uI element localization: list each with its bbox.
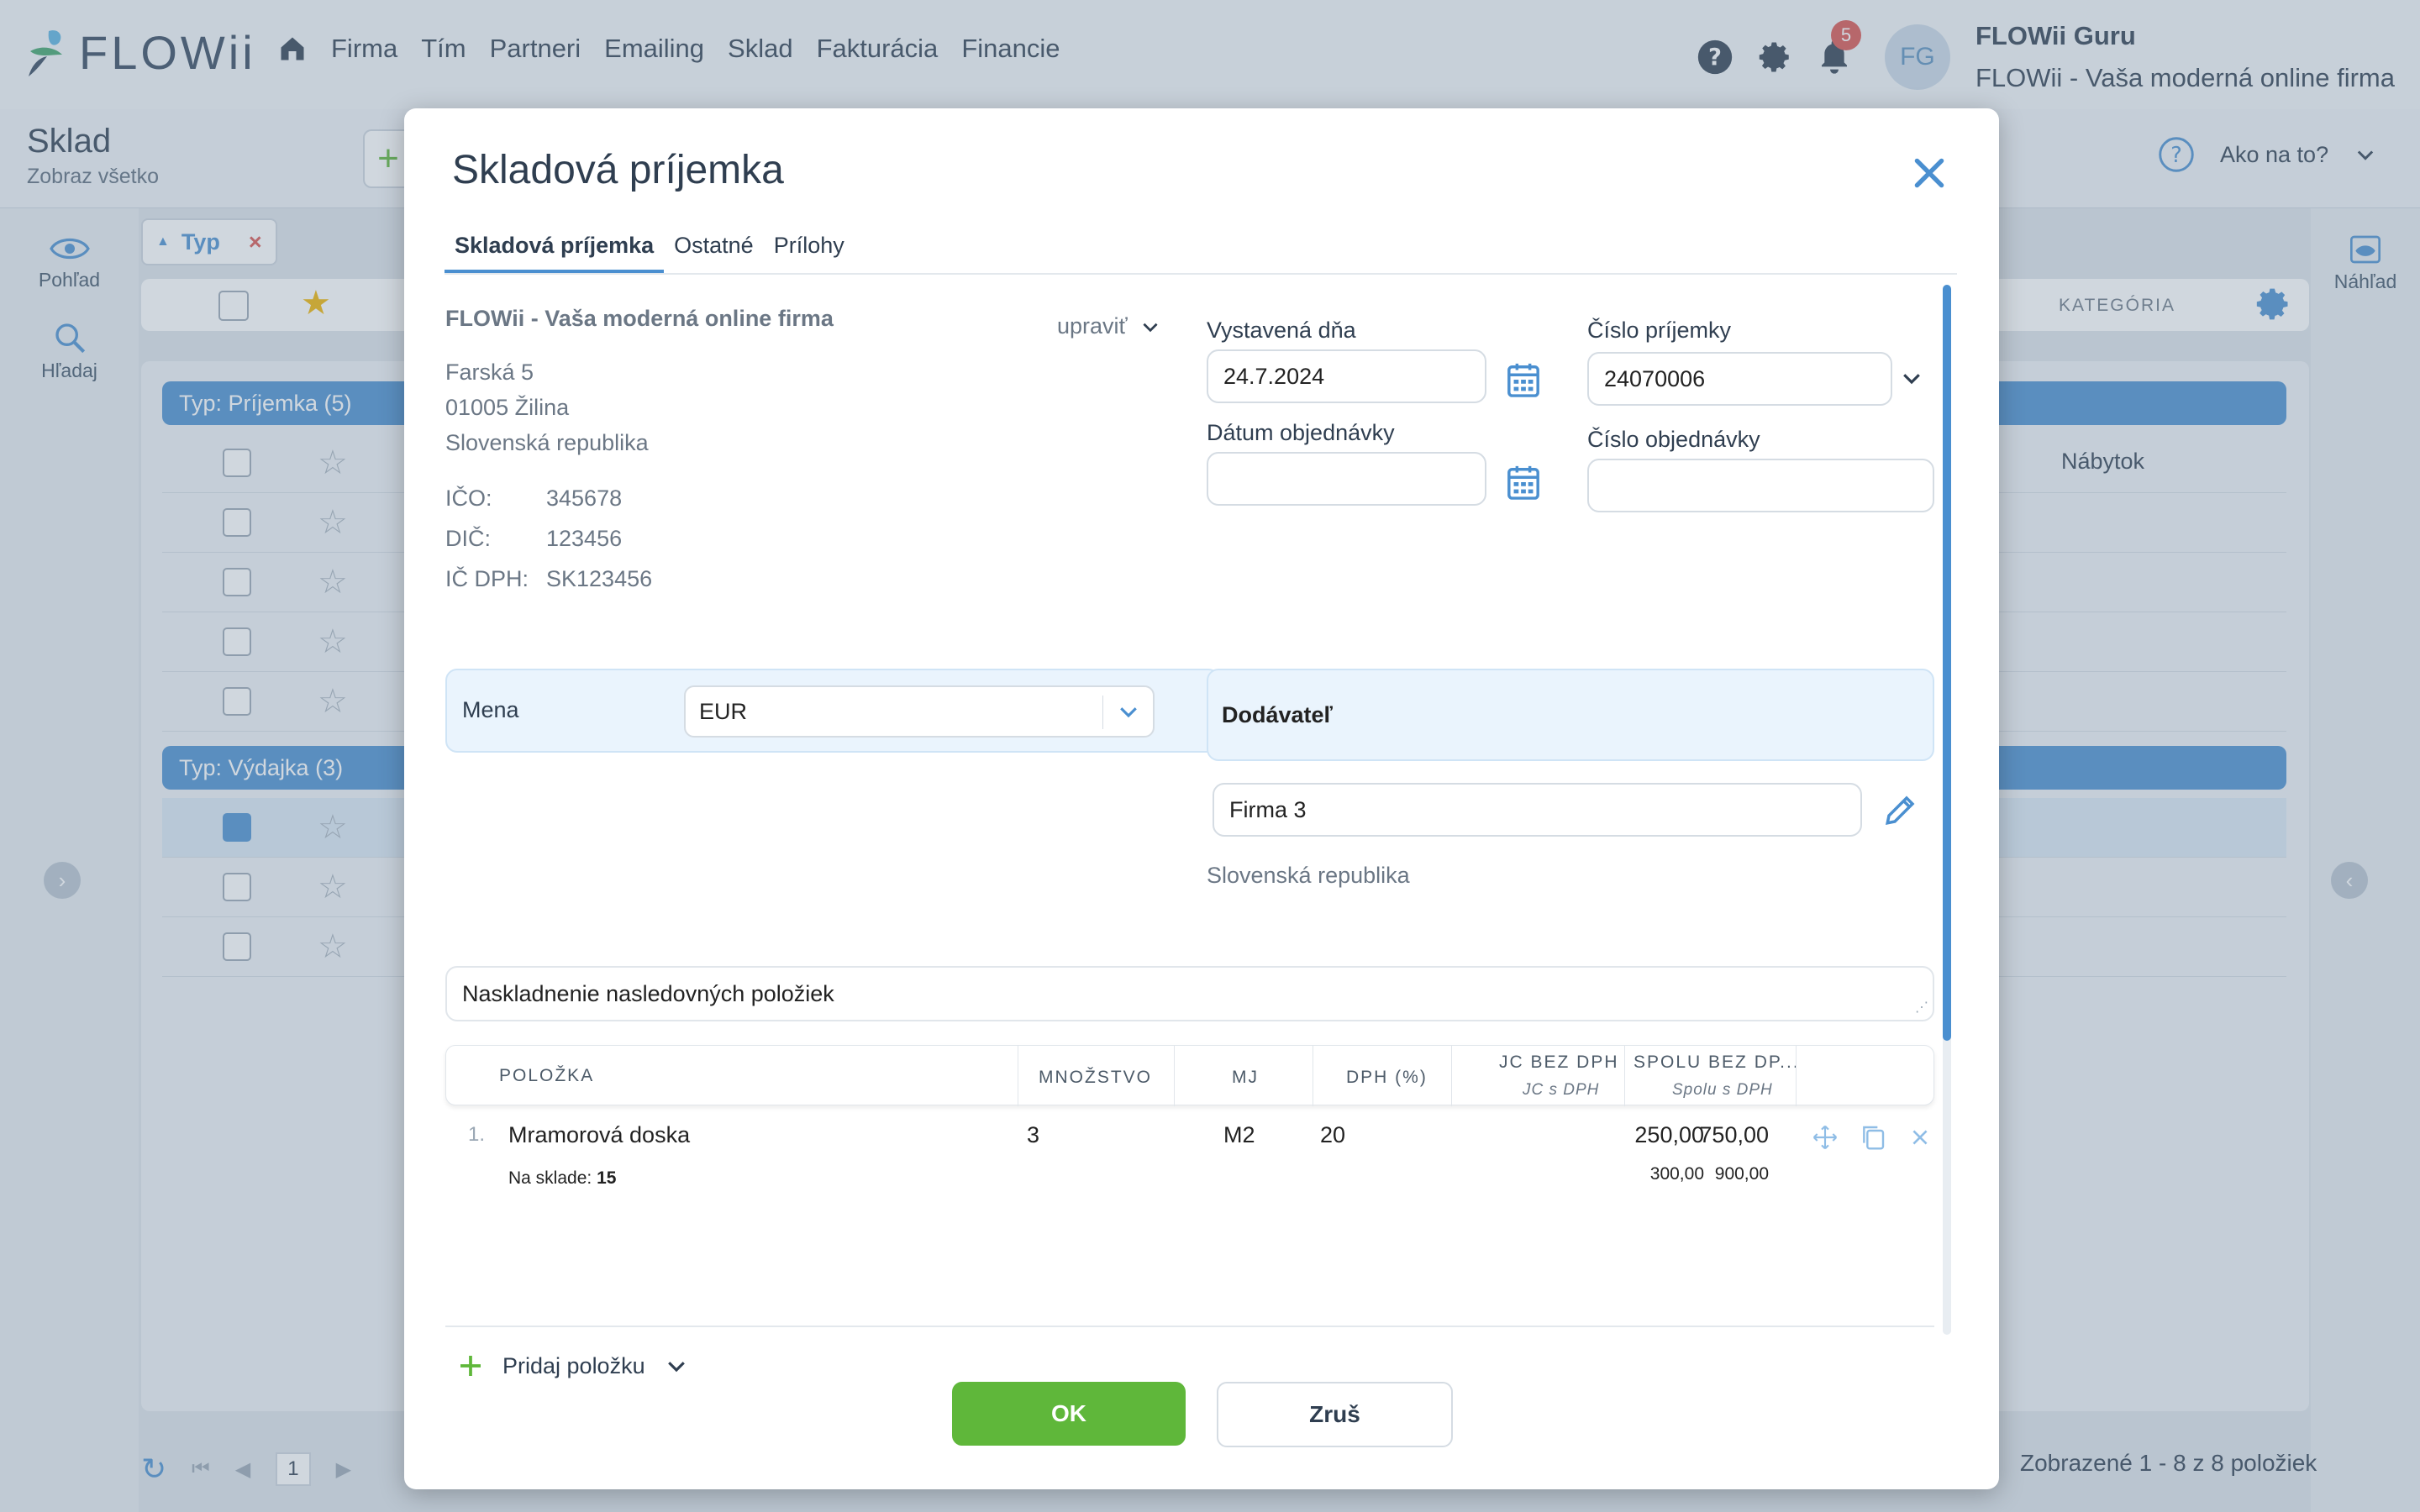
currency-select[interactable]: EUR bbox=[684, 685, 1155, 738]
item-vat[interactable]: 20 bbox=[1320, 1122, 1345, 1148]
order-date-input[interactable] bbox=[1207, 452, 1486, 506]
supplier-name-input[interactable]: Firma 3 bbox=[1213, 783, 1862, 837]
modal-tabs: Skladová príjemka Ostatné Prílohy bbox=[445, 223, 1957, 275]
dic-label: DIČ: bbox=[445, 526, 491, 551]
ok-button[interactable]: OK bbox=[952, 1382, 1186, 1446]
chevron-down-icon bbox=[1120, 707, 1137, 718]
supplier-panel: Dodávateľ bbox=[1207, 669, 1934, 761]
receipt-number-chevron-down-icon[interactable] bbox=[1899, 365, 1924, 391]
dic-value: 123456 bbox=[546, 526, 623, 551]
issuer-ico: IČO: 345678 bbox=[445, 486, 622, 512]
order-number-input[interactable] bbox=[1587, 459, 1934, 512]
issued-date-input[interactable]: 24.7.2024 bbox=[1207, 349, 1486, 403]
currency-label: Mena bbox=[462, 697, 519, 722]
issued-date-calendar-icon[interactable] bbox=[1507, 362, 1540, 397]
scrollbar-thumb[interactable] bbox=[1943, 285, 1951, 1041]
item-total: 750,00 bbox=[1699, 1122, 1769, 1147]
order-date-calendar-icon[interactable] bbox=[1507, 465, 1540, 500]
col-total: SPOLU BEZ DP... bbox=[1634, 1053, 1800, 1072]
col-vat: DPH (%) bbox=[1346, 1068, 1428, 1087]
ico-value: 345678 bbox=[546, 486, 623, 511]
plus-icon bbox=[460, 1356, 481, 1376]
item-unit[interactable]: M2 bbox=[1223, 1122, 1255, 1148]
chevron-down-icon bbox=[1143, 323, 1158, 332]
tab-skladova-prijemka[interactable]: Skladová príjemka bbox=[445, 223, 665, 273]
receipt-number-input[interactable]: 24070006 bbox=[1587, 352, 1892, 406]
col-qty: MNOŽSTVO bbox=[1039, 1068, 1152, 1087]
col-unit-price-sub: JC s DPH bbox=[1523, 1081, 1600, 1099]
tab-prilohy[interactable]: Prílohy bbox=[764, 223, 855, 273]
move-icon[interactable] bbox=[1812, 1124, 1839, 1151]
receipt-modal: Skladová príjemka Skladová príjemka Osta… bbox=[404, 108, 1999, 1489]
ico-label: IČO: bbox=[445, 486, 492, 511]
cancel-button[interactable]: Zruš bbox=[1217, 1382, 1453, 1447]
add-item-label: Pridaj položku bbox=[502, 1352, 645, 1378]
supplier-country: Slovenská republika bbox=[1207, 863, 1410, 888]
icdph-value: SK123456 bbox=[546, 566, 653, 591]
tab-ostatne[interactable]: Ostatné bbox=[664, 223, 764, 273]
stock-value: 15 bbox=[597, 1168, 617, 1188]
stock-info: Na sklade: 15 bbox=[508, 1168, 616, 1189]
col-item: POLOŽKA bbox=[499, 1066, 595, 1085]
col-unit-price: JC BEZ DPH bbox=[1499, 1053, 1619, 1072]
currency-panel: Mena EUR bbox=[445, 669, 1220, 753]
edit-supplier-pencil-icon[interactable] bbox=[1883, 792, 1918, 827]
issuer-city: 01005 Žilina bbox=[445, 395, 570, 420]
delete-item-icon[interactable] bbox=[1909, 1126, 1931, 1148]
add-item-button[interactable]: Pridaj položku bbox=[457, 1352, 689, 1379]
icdph-label: IČ DPH: bbox=[445, 566, 529, 591]
item-total-vat: 900,00 bbox=[1714, 1164, 1769, 1184]
stock-label: Na sklade: bbox=[508, 1168, 592, 1188]
chevron-down-icon[interactable] bbox=[664, 1353, 689, 1378]
issuer-street: Farská 5 bbox=[445, 360, 534, 385]
order-number-label: Číslo objednávky bbox=[1587, 427, 1760, 452]
row-divider bbox=[445, 1326, 1934, 1327]
note-textarea[interactable]: Naskladnenie nasledovných položiek bbox=[445, 966, 1934, 1021]
items-table-header: POLOŽKA MNOŽSTVO MJ DPH (%) JC BEZ DPH J… bbox=[445, 1045, 1934, 1106]
col-unit: MJ bbox=[1232, 1068, 1259, 1087]
close-icon[interactable] bbox=[1908, 152, 1950, 194]
item-name[interactable]: Mramorová doska bbox=[508, 1122, 690, 1148]
issuer-country: Slovenská republika bbox=[445, 430, 649, 455]
currency-value: EUR bbox=[699, 699, 748, 724]
modal-title: Skladová príjemka bbox=[452, 148, 784, 192]
resize-handle-icon[interactable]: ⋰ bbox=[1915, 999, 1928, 1016]
copy-icon[interactable] bbox=[1860, 1124, 1886, 1151]
supplier-label: Dodávateľ bbox=[1222, 702, 1333, 727]
row-number: 1. bbox=[468, 1123, 486, 1146]
issuer-icdph: IČ DPH: SK123456 bbox=[445, 566, 652, 592]
item-qty[interactable]: 3 bbox=[1027, 1122, 1039, 1148]
receipt-number-label: Číslo príjemky bbox=[1587, 318, 1732, 343]
issued-date-label: Vystavená dňa bbox=[1207, 318, 1356, 343]
edit-issuer-link[interactable]: upraviť bbox=[1057, 313, 1161, 339]
issuer-dic: DIČ: 123456 bbox=[445, 526, 622, 552]
modal-scrollbar[interactable] bbox=[1943, 285, 1951, 1335]
order-date-label: Dátum objednávky bbox=[1207, 420, 1395, 445]
edit-issuer-label: upraviť bbox=[1057, 313, 1128, 339]
col-total-sub: Spolu s DPH bbox=[1672, 1081, 1773, 1099]
